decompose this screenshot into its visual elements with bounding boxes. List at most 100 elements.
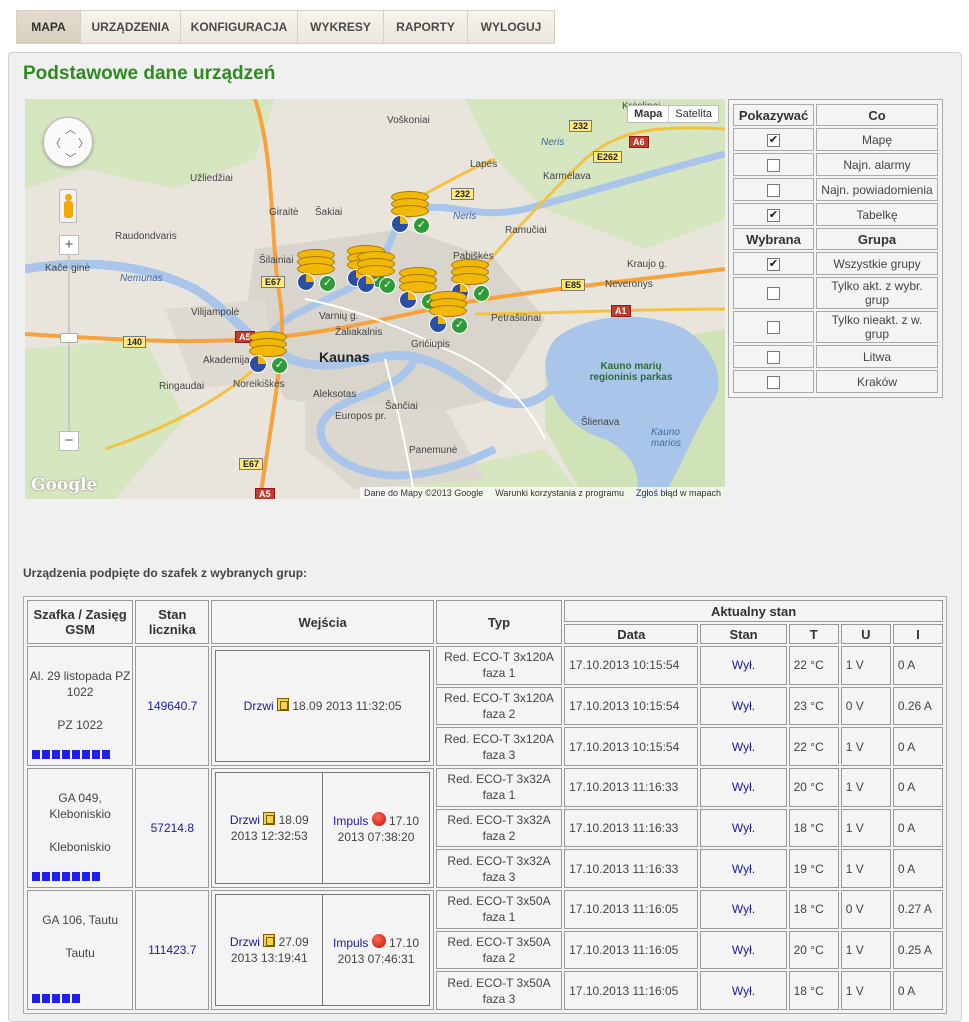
state-link[interactable]: Wył. — [732, 658, 755, 672]
state-date: 17.10.2013 10:15:54 — [564, 646, 699, 685]
map-label: Nemunas — [120, 273, 163, 284]
map-type-satellite-button[interactable]: Satelita — [669, 106, 718, 122]
main-nav: MAPA URZĄDZENIA KONFIGURACJA WYKRESY RAP… — [16, 10, 555, 44]
header-show: Pokazywać — [733, 104, 814, 126]
state-link[interactable]: Wył. — [732, 902, 755, 916]
pan-down-icon[interactable]: ﹀ — [65, 150, 76, 166]
pan-left-icon[interactable]: 〈 — [50, 135, 61, 151]
gsm-signal-bar — [32, 872, 40, 881]
current-value: 0.26 A — [892, 686, 943, 726]
street-view-pegman-icon[interactable] — [59, 189, 77, 223]
road-shield: E67 — [239, 458, 264, 470]
tab-wykresy[interactable]: WYKRESY — [298, 11, 384, 43]
cabinet-name: GA 049, Kleboniskio — [49, 791, 111, 821]
gsm-signal-bar — [32, 994, 40, 1003]
road-shield: E85 — [561, 279, 586, 291]
zoom-out-button[interactable]: − — [59, 431, 79, 451]
input-link[interactable]: Impuls — [333, 814, 368, 828]
option-label: Najn. alarmy — [816, 153, 938, 176]
checkbox-group-inactive[interactable] — [767, 321, 780, 335]
state-link[interactable]: Wył. — [732, 699, 755, 713]
road-shield: 232 — [451, 188, 475, 200]
table-row: GA 049, Kleboniskio Kleboniskio 57214.8 … — [27, 768, 943, 888]
tab-mapa[interactable]: MAPA — [17, 11, 81, 43]
state-date: 17.10.2013 11:16:33 — [564, 808, 699, 848]
meter-reading-link[interactable]: 149640.7 — [147, 699, 197, 713]
gsm-signal-bar — [82, 750, 90, 759]
input-link[interactable]: Impuls — [333, 936, 368, 950]
state-link[interactable]: Wył. — [732, 943, 755, 957]
device-marker[interactable]: ✓ — [249, 331, 293, 375]
checkbox-group-litwa[interactable] — [767, 350, 780, 364]
map-report-link[interactable]: Zgłoś błąd w mapach — [636, 488, 721, 498]
gsm-signal-bar — [42, 994, 50, 1003]
map-label: Šančiai — [385, 401, 418, 412]
header-t: T — [788, 624, 839, 644]
checkbox-show-table[interactable]: ✔ — [767, 208, 780, 222]
gsm-signal-bar — [52, 872, 60, 881]
voltage-value: 1 V — [840, 808, 891, 848]
checkbox-show-alarms[interactable] — [767, 158, 780, 172]
state-link[interactable]: Wył. — [732, 821, 755, 835]
pan-right-icon[interactable]: 〉 — [78, 135, 89, 151]
temperature-value: 20 °C — [788, 930, 839, 970]
input-link[interactable]: Drzwi — [244, 699, 274, 713]
voltage-value: 1 V — [840, 930, 891, 970]
checkbox-group-krakow[interactable] — [767, 375, 780, 389]
map-view[interactable]: Voškoniai Krėslinai Lapės Užliedžiai Kar… — [25, 99, 725, 499]
gsm-signal-bar — [52, 994, 60, 1003]
tab-wyloguj[interactable]: WYLOGUJ — [468, 11, 554, 43]
zoom-in-button[interactable]: + — [59, 235, 79, 255]
checkbox-group-all[interactable]: ✔ — [767, 257, 780, 271]
input-link[interactable]: Drzwi — [230, 935, 260, 949]
checkbox-show-map[interactable]: ✔ — [767, 133, 780, 147]
current-value: 0 A — [892, 727, 943, 766]
input-timestamp: 18.09 2013 11:32:05 — [292, 699, 402, 713]
tab-urzadzenia[interactable]: URZĄDZENIA — [81, 11, 181, 43]
input-entry: Drzwi 18.09 2013 11:32:05 — [216, 651, 428, 761]
gsm-signal-bar — [72, 872, 80, 881]
map-label: Šlienava — [581, 417, 620, 428]
meter-reading-link[interactable]: 57214.8 — [151, 821, 194, 835]
map-label: Neris — [453, 211, 477, 222]
state-link[interactable]: Wył. — [732, 740, 755, 754]
meter-reading-link[interactable]: 111423.7 — [148, 943, 196, 957]
header-group: Grupa — [816, 228, 938, 250]
device-marker[interactable]: ✓ — [429, 291, 473, 335]
temperature-value: 22 °C — [788, 727, 839, 766]
device-marker[interactable]: ✓ — [297, 249, 341, 293]
zoom-slider-track[interactable] — [68, 249, 70, 437]
device-type: Red. ECO-T 3x32A faza 3 — [435, 849, 563, 888]
input-entry: Drzwi 18.09 2013 12:32:53 — [216, 773, 322, 883]
map-label: Vilijampolė — [191, 307, 240, 318]
state-link[interactable]: Wył. — [732, 780, 755, 794]
devices-table-body: Al. 29 listopada PZ 1022 PZ 1022 149640.… — [27, 646, 943, 1010]
state-link[interactable]: Wył. — [732, 862, 755, 876]
cabinet-cell: GA 049, Kleboniskio Kleboniskio — [27, 768, 134, 888]
cabinet-cell: Al. 29 listopada PZ 1022 PZ 1022 — [27, 646, 134, 766]
page-title: Podstawowe dane urządzeń — [23, 63, 276, 84]
checkbox-show-notifications[interactable] — [767, 183, 780, 197]
device-marker[interactable]: ✓ — [391, 191, 435, 235]
pan-up-icon[interactable]: ︿ — [65, 121, 76, 137]
zoom-slider-handle[interactable] — [60, 333, 78, 343]
group-label: Litwa — [816, 345, 938, 368]
state-link[interactable]: Wył. — [732, 984, 755, 998]
input-link[interactable]: Drzwi — [230, 813, 260, 827]
checkbox-group-active[interactable] — [767, 287, 780, 301]
map-label: Noreikiškės — [233, 379, 285, 390]
header-state: Stan — [700, 624, 787, 644]
map-terms-link[interactable]: Warunki korzystania z programu — [495, 488, 624, 498]
header-u: U — [840, 624, 891, 644]
door-icon — [277, 698, 290, 711]
device-marker[interactable]: ✓ — [357, 251, 401, 295]
voltage-value: 1 V — [840, 727, 891, 766]
tab-raporty[interactable]: RAPORTY — [384, 11, 468, 43]
option-label: Mapę — [816, 128, 938, 151]
tab-konfiguracja[interactable]: KONFIGURACJA — [181, 11, 298, 43]
device-type: Red. ECO-T 3x120A faza 3 — [435, 727, 563, 766]
state-date: 17.10.2013 11:16:33 — [564, 768, 699, 807]
cabinet-cell: GA 106, Tautu Tautu — [27, 890, 134, 1010]
pan-control[interactable]: ︿ ﹀ 〈 〉 — [43, 117, 93, 167]
map-type-map-button[interactable]: Mapa — [628, 106, 670, 122]
